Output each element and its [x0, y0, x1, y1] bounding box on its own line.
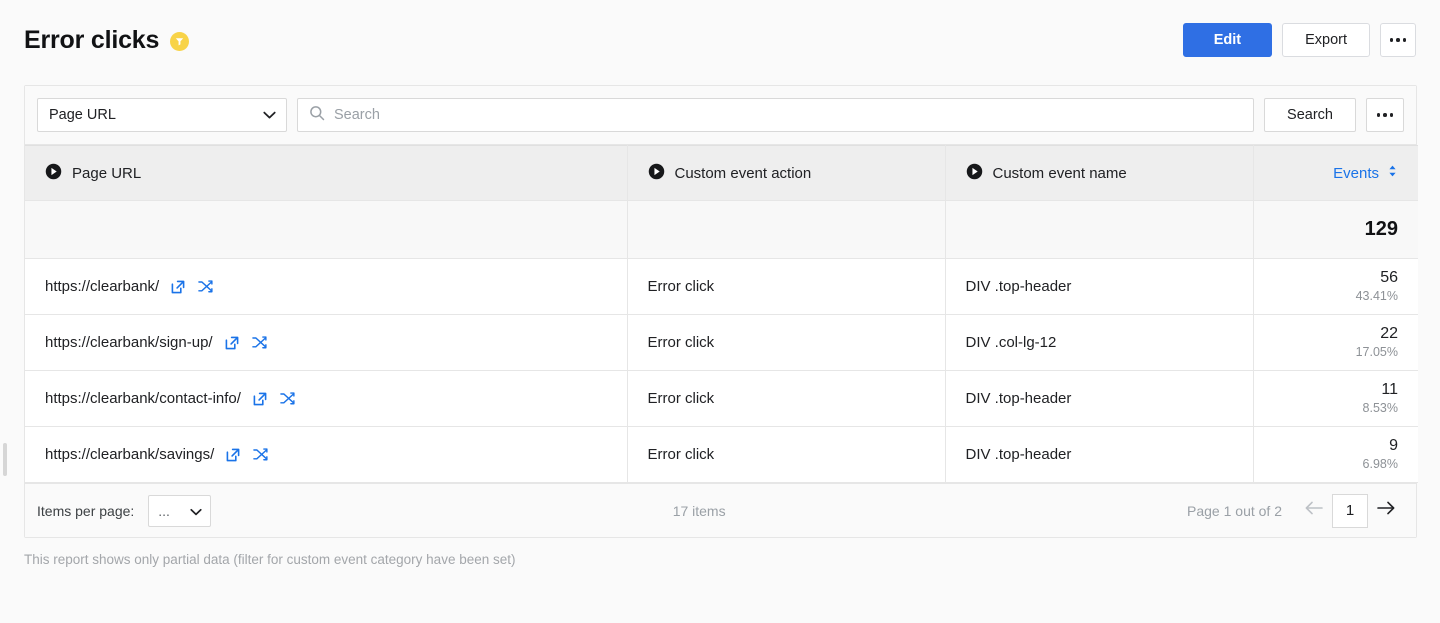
cell-events: 22 17.05% — [1253, 314, 1418, 371]
table-row: https://clearbank/savings/ Error click D… — [25, 426, 1418, 483]
cell-custom-event-action: Error click — [627, 426, 946, 483]
table-row: https://clearbank/contact-info/ Error cl… — [25, 370, 1418, 427]
column-header-label: Page URL — [72, 164, 142, 182]
cell-custom-event-action: Error click — [627, 314, 946, 371]
export-button[interactable]: Export — [1282, 23, 1370, 57]
column-header-custom-event-action[interactable]: Custom event action — [627, 145, 946, 201]
cell-events: 11 8.53% — [1253, 370, 1418, 427]
events-value: 56 — [1380, 269, 1398, 287]
table-row: https://clearbank/ Error click DIV .top-… — [25, 258, 1418, 315]
cell-page-url: https://clearbank/ — [25, 258, 628, 315]
external-link-icon[interactable] — [224, 335, 240, 351]
more-options-button[interactable] — [1380, 23, 1416, 57]
cell-custom-event-name: DIV .top-header — [945, 426, 1254, 483]
page-url-text: https://clearbank/contact-info/ — [45, 390, 241, 407]
column-header-label: Events — [1333, 164, 1379, 182]
page-nav-group: Page 1 out of 2 1 — [1187, 493, 1404, 528]
external-link-icon[interactable] — [252, 391, 268, 407]
items-per-page-label: Items per page: — [37, 502, 135, 519]
search-button[interactable]: Search — [1264, 98, 1356, 132]
ellipsis-icon — [1376, 113, 1394, 117]
cell-page-url: https://clearbank/contact-info/ — [25, 370, 628, 427]
dimension-play-icon — [648, 163, 665, 184]
cell-custom-event-name: DIV .top-header — [945, 370, 1254, 427]
title-group: Error clicks — [24, 25, 190, 55]
items-per-page-select[interactable]: ... — [148, 494, 212, 527]
totals-blank-page-url — [25, 200, 628, 259]
segment-crossing-arrows-icon[interactable] — [197, 279, 214, 294]
page-title: Error clicks — [24, 25, 160, 54]
current-page-indicator[interactable]: 1 — [1331, 493, 1368, 528]
search-toolbar: Page URL Search — [25, 86, 1416, 145]
cell-custom-event-name: DIV .top-header — [945, 258, 1254, 315]
page-status: Page 1 out of 2 — [1187, 502, 1282, 519]
arrow-right-icon — [1376, 500, 1396, 521]
events-percent: 8.53% — [1362, 401, 1398, 416]
table-row: https://clearbank/sign-up/ Error click D… — [25, 314, 1418, 371]
table-head: Page URL Custom event action Custom even… — [25, 145, 1418, 201]
column-header-page-url[interactable]: Page URL — [25, 145, 628, 201]
report-page: Error clicks Edit Export Page URL Search… — [0, 0, 1440, 623]
items-per-page-group: Items per page: ... — [37, 494, 212, 527]
search-more-button[interactable] — [1366, 98, 1404, 132]
totals-blank-event-action — [627, 200, 946, 259]
pagination-bar: Items per page: ... 17 items Page 1 out … — [25, 483, 1416, 537]
table-body: 129 https://clearbank/ Error click DIV .… — [25, 200, 1418, 483]
next-page-button[interactable] — [1368, 494, 1404, 528]
column-header-label: Custom event action — [674, 164, 812, 182]
magnifier-icon — [309, 105, 325, 126]
events-percent: 6.98% — [1362, 457, 1398, 472]
dimension-select-value: Page URL — [49, 107, 116, 123]
sort-updown-icon[interactable] — [1387, 164, 1398, 182]
events-value: 9 — [1389, 437, 1398, 455]
segment-crossing-arrows-icon[interactable] — [252, 447, 269, 462]
ellipsis-icon — [1389, 38, 1407, 42]
dimension-select[interactable]: Page URL — [37, 98, 287, 132]
filter-funnel-icon[interactable] — [170, 31, 190, 51]
events-value: 22 — [1380, 325, 1398, 343]
column-header-events[interactable]: Events — [1253, 145, 1418, 201]
search-field[interactable] — [297, 98, 1255, 132]
chevron-down-icon — [263, 107, 276, 123]
cell-custom-event-name: DIV .col-lg-12 — [945, 314, 1254, 371]
page-url-text: https://clearbank/ — [45, 278, 160, 295]
column-header-custom-event-name[interactable]: Custom event name — [945, 145, 1254, 201]
events-percent: 43.41% — [1355, 289, 1398, 304]
column-header-label: Custom event name — [992, 164, 1127, 182]
items-per-page-value: ... — [158, 502, 170, 519]
events-percent: 17.05% — [1355, 345, 1398, 360]
events-value: 11 — [1381, 381, 1398, 399]
search-input[interactable] — [334, 107, 1243, 123]
cell-events: 9 6.98% — [1253, 426, 1418, 483]
dimension-play-icon — [966, 163, 983, 184]
external-link-icon[interactable] — [170, 279, 186, 295]
cell-custom-event-action: Error click — [627, 258, 946, 315]
page-header: Error clicks Edit Export — [0, 0, 1440, 80]
dimension-play-icon — [45, 163, 62, 184]
segment-crossing-arrows-icon[interactable] — [251, 335, 268, 350]
totals-blank-event-name — [945, 200, 1254, 259]
page-url-text: https://clearbank/savings/ — [45, 446, 215, 463]
items-count: 17 items — [672, 502, 726, 519]
arrow-left-icon — [1304, 500, 1324, 521]
totals-events-value: 129 — [1253, 200, 1418, 259]
table-totals-row: 129 — [25, 200, 1418, 259]
page-url-text: https://clearbank/sign-up/ — [45, 334, 213, 351]
report-table: Page URL Custom event action Custom even… — [25, 145, 1418, 483]
report-footnote: This report shows only partial data (fil… — [24, 552, 516, 567]
scroll-indicator[interactable] — [3, 443, 7, 476]
header-actions: Edit Export — [1182, 23, 1416, 57]
external-link-icon[interactable] — [225, 447, 241, 463]
cell-page-url: https://clearbank/savings/ — [25, 426, 628, 483]
chevron-down-icon — [190, 503, 202, 519]
segment-crossing-arrows-icon[interactable] — [279, 391, 296, 406]
cell-page-url: https://clearbank/sign-up/ — [25, 314, 628, 371]
edit-button[interactable]: Edit — [1182, 23, 1273, 57]
table-header-row: Page URL Custom event action Custom even… — [25, 145, 1418, 201]
previous-page-button[interactable] — [1296, 494, 1332, 528]
report-card: Page URL Search Search Page URL Custom e… — [24, 85, 1418, 538]
cell-custom-event-action: Error click — [627, 370, 946, 427]
cell-events: 56 43.41% — [1253, 258, 1418, 315]
page-nav: 1 — [1296, 493, 1404, 528]
